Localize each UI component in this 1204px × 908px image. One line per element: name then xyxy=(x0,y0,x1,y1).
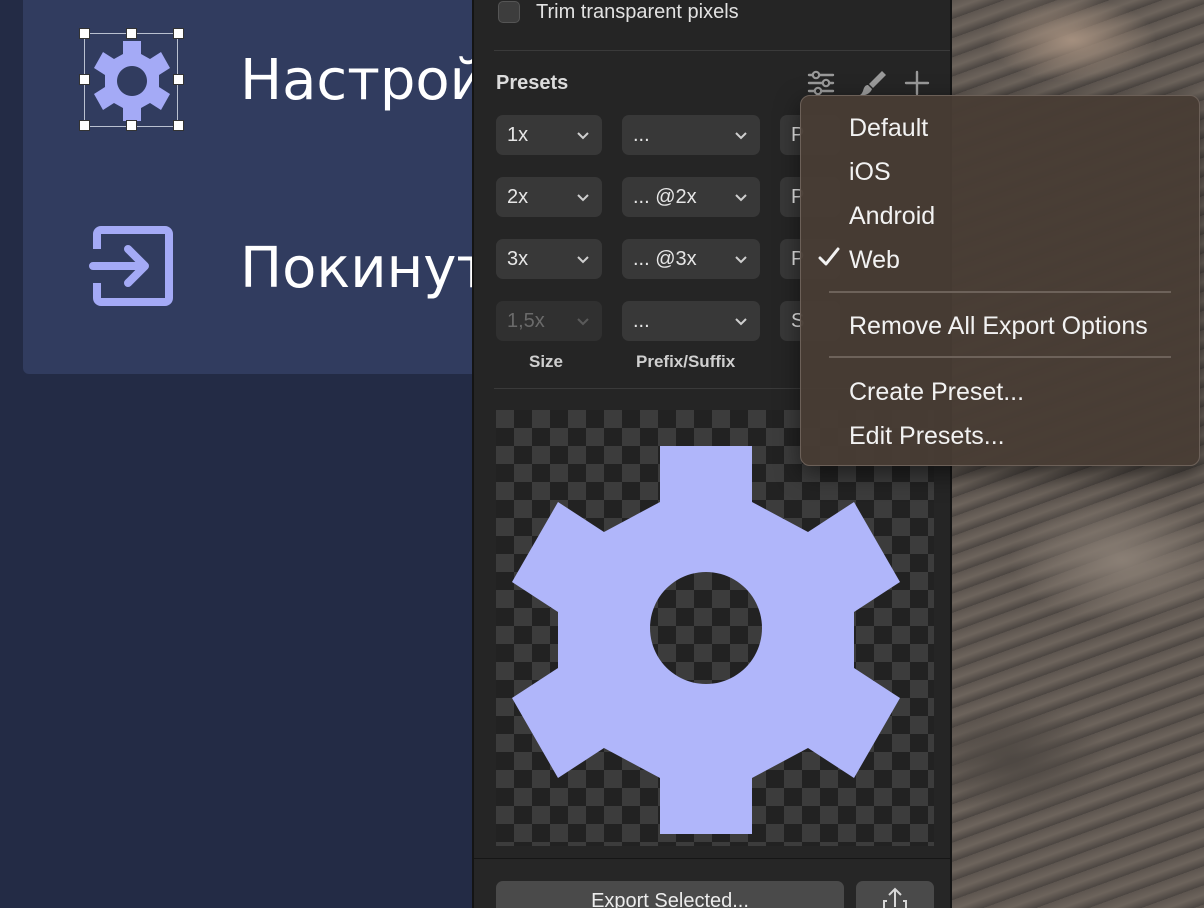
share-icon xyxy=(883,887,907,908)
gear-icon xyxy=(512,446,900,834)
brush-icon[interactable] xyxy=(858,68,888,98)
size-select[interactable]: 2x xyxy=(496,177,602,217)
resize-handle-bm[interactable] xyxy=(126,120,137,131)
bottom-bar: Export Selected... xyxy=(474,858,950,908)
presets-dropdown-menu: Default iOS Android Web Remove All Expor… xyxy=(800,95,1200,466)
size-value: 1x xyxy=(507,123,529,146)
prefix-suffix-select[interactable]: ... xyxy=(622,301,760,341)
chevron-down-icon xyxy=(735,318,747,326)
menu-separator xyxy=(829,291,1171,293)
size-column-label: Size xyxy=(529,352,564,371)
resize-handle-br[interactable] xyxy=(173,120,184,131)
trim-checkbox[interactable] xyxy=(498,1,520,23)
size-value: 1,5x xyxy=(507,309,545,332)
share-button[interactable] xyxy=(856,881,934,908)
chevron-down-icon xyxy=(577,132,589,140)
export-selected-button[interactable]: Export Selected... xyxy=(496,881,844,908)
menu-item-remove-all-export-options[interactable]: Remove All Export Options xyxy=(849,312,1148,341)
prefix-suffix-select[interactable]: ... xyxy=(622,115,760,155)
size-select[interactable]: 3x xyxy=(496,239,602,279)
chevron-down-icon xyxy=(735,194,747,202)
trim-option[interactable]: Trim transparent pixels xyxy=(498,0,739,24)
menu-item-android[interactable]: Android xyxy=(849,202,935,231)
exit-icon[interactable] xyxy=(88,225,176,307)
sliders-icon[interactable] xyxy=(806,68,836,98)
chevron-down-icon xyxy=(577,318,589,326)
chevron-down-icon xyxy=(735,256,747,264)
checkmark-icon xyxy=(818,247,840,266)
resize-handle-tl[interactable] xyxy=(79,28,90,39)
prefix-value: ... xyxy=(633,309,650,332)
menu-label-exit: Покинуть xyxy=(240,236,472,301)
prefix-value: ... @3x xyxy=(633,247,697,270)
design-canvas[interactable]: Настройк Покинуть xyxy=(0,0,472,908)
resize-handle-ml[interactable] xyxy=(79,74,90,85)
resize-handle-tr[interactable] xyxy=(173,28,184,39)
presets-title: Presets xyxy=(496,72,569,94)
prefix-suffix-select[interactable]: ... @2x xyxy=(622,177,760,217)
resize-handle-bl[interactable] xyxy=(79,120,90,131)
export-preview xyxy=(496,410,934,846)
chevron-down-icon xyxy=(735,132,747,140)
resize-handle-mr[interactable] xyxy=(173,74,184,85)
menu-item-default[interactable]: Default xyxy=(849,114,928,143)
selection-box[interactable] xyxy=(84,33,178,127)
menu-item-web[interactable]: Web xyxy=(849,246,900,275)
size-value: 2x xyxy=(507,185,529,208)
size-select[interactable]: 1,5x xyxy=(496,301,602,341)
trim-label: Trim transparent pixels xyxy=(536,0,739,23)
prefix-value: ... xyxy=(633,123,650,146)
menu-item-ios[interactable]: iOS xyxy=(849,158,891,187)
divider xyxy=(494,50,950,51)
size-select[interactable]: 1x xyxy=(496,115,602,155)
menu-separator xyxy=(829,356,1171,358)
plus-icon[interactable] xyxy=(902,68,932,98)
prefix-column-label: Prefix/Suffix xyxy=(636,352,736,371)
menu-label-settings: Настройк xyxy=(240,48,472,113)
menu-item-edit-presets[interactable]: Edit Presets... xyxy=(849,422,1005,451)
prefix-suffix-select[interactable]: ... @3x xyxy=(622,239,760,279)
chevron-down-icon xyxy=(577,256,589,264)
menu-item-create-preset[interactable]: Create Preset... xyxy=(849,378,1024,407)
resize-handle-tm[interactable] xyxy=(126,28,137,39)
prefix-value: ... @2x xyxy=(633,185,697,208)
chevron-down-icon xyxy=(577,194,589,202)
size-value: 3x xyxy=(507,247,529,270)
